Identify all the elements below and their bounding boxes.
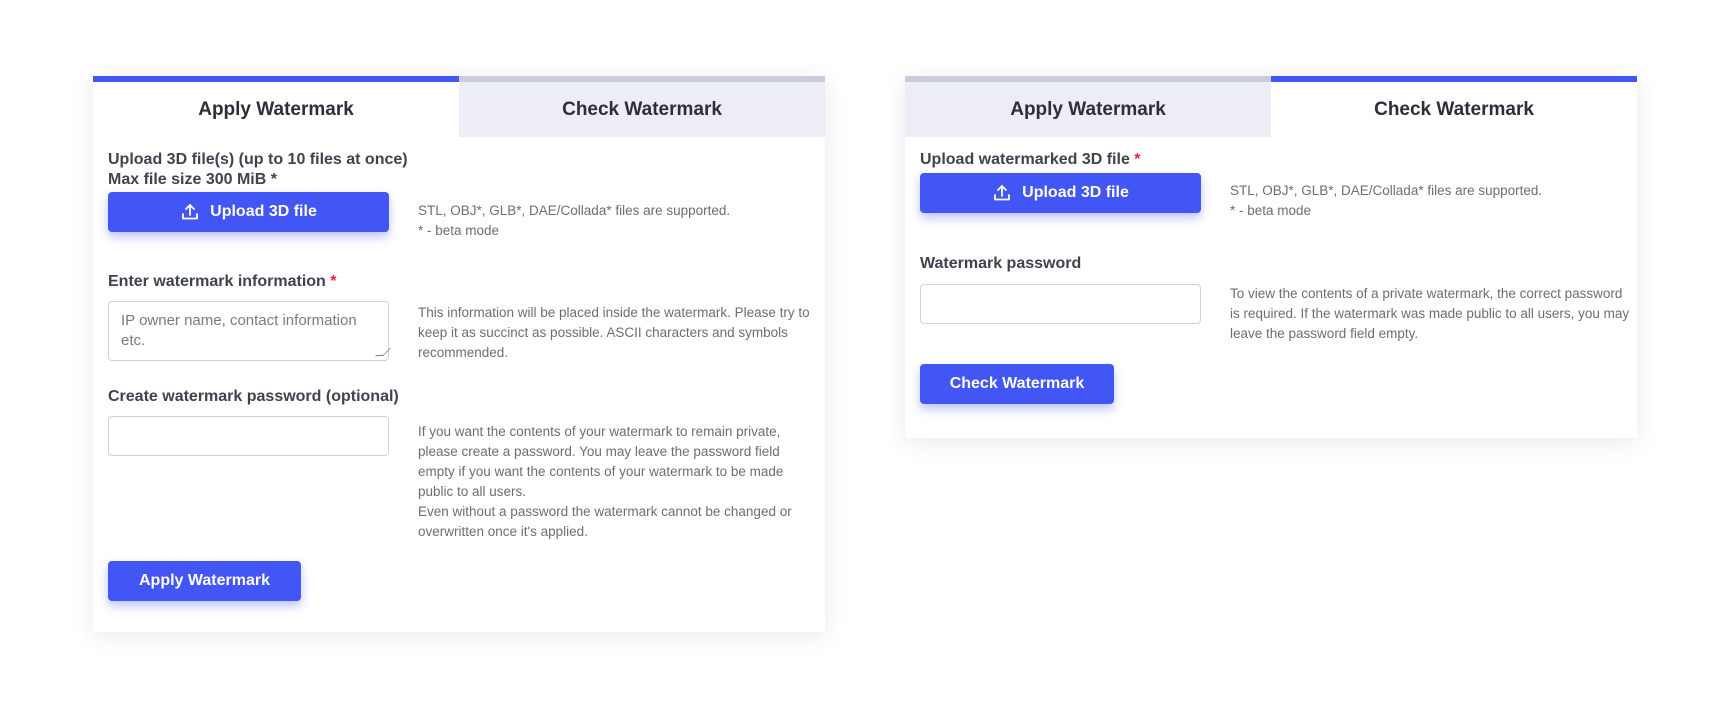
- tab-check-watermark[interactable]: Check Watermark: [459, 76, 825, 137]
- upload-files-label-line2: Max file size 300 MiB *: [108, 171, 277, 188]
- password-immutability-text: Even without a password the watermark ca…: [418, 504, 792, 539]
- upload-watermarked-label-text: Upload watermarked 3D file: [920, 151, 1130, 168]
- apply-watermark-button-label: Apply Watermark: [139, 572, 270, 589]
- apply-watermark-card: Apply Watermark Check Watermark Upload 3…: [93, 76, 825, 632]
- create-password-input[interactable]: [108, 416, 389, 456]
- beta-mode-note: * - beta mode: [418, 223, 500, 238]
- upload-watermarked-label: Upload watermarked 3D file *: [920, 150, 1141, 170]
- create-password-label: Create watermark password (optional): [108, 388, 399, 405]
- upload-3d-file-button[interactable]: Upload 3D file: [108, 192, 389, 232]
- required-mark: *: [330, 273, 337, 290]
- watermark-info-help: This information will be placed inside t…: [418, 305, 810, 360]
- supported-formats-text: STL, OBJ*, GLB*, DAE/Collada* files are …: [1230, 183, 1543, 198]
- check-watermark-button[interactable]: Check Watermark: [920, 364, 1114, 404]
- apply-watermark-button[interactable]: Apply Watermark: [108, 561, 301, 601]
- upload-icon: [182, 204, 199, 220]
- upload-files-help: STL, OBJ*, GLB*, DAE/Collada* files are …: [418, 201, 818, 241]
- tab-check-watermark[interactable]: Check Watermark: [1271, 76, 1637, 137]
- watermark-info-input[interactable]: [108, 301, 389, 361]
- tab-bar: Apply Watermark Check Watermark: [93, 76, 825, 137]
- check-watermark-button-label: Check Watermark: [949, 375, 1085, 392]
- tab-apply-watermark[interactable]: Apply Watermark: [93, 76, 459, 137]
- watermark-password-help: To view the contents of a private waterm…: [1230, 286, 1630, 341]
- create-password-help: If you want the contents of your waterma…: [418, 422, 818, 542]
- tab-apply-watermark[interactable]: Apply Watermark: [905, 76, 1271, 137]
- watermark-info-label-text: Enter watermark information: [108, 273, 326, 290]
- upload-files-label: Upload 3D file(s) (up to 10 files at onc…: [108, 150, 408, 190]
- check-watermark-card: Apply Watermark Check Watermark Upload w…: [905, 76, 1637, 438]
- watermark-password-label: Watermark password: [920, 255, 1082, 272]
- upload-3d-file-button[interactable]: Upload 3D file: [920, 173, 1201, 213]
- watermark-password-input[interactable]: [920, 284, 1201, 324]
- watermark-info-label: Enter watermark information *: [108, 272, 337, 292]
- upload-button-label: Upload 3D file: [210, 203, 317, 220]
- upload-button-label: Upload 3D file: [1022, 184, 1129, 201]
- supported-formats-text: STL, OBJ*, GLB*, DAE/Collada* files are …: [418, 203, 731, 218]
- upload-files-label-line1: Upload 3D file(s) (up to 10 files at onc…: [108, 151, 408, 168]
- upload-icon: [994, 185, 1011, 201]
- upload-watermarked-help: STL, OBJ*, GLB*, DAE/Collada* files are …: [1230, 181, 1630, 221]
- tab-bar: Apply Watermark Check Watermark: [905, 76, 1637, 137]
- required-mark: *: [1134, 151, 1141, 168]
- beta-mode-note: * - beta mode: [1230, 203, 1312, 218]
- password-privacy-text: If you want the contents of your waterma…: [418, 424, 784, 499]
